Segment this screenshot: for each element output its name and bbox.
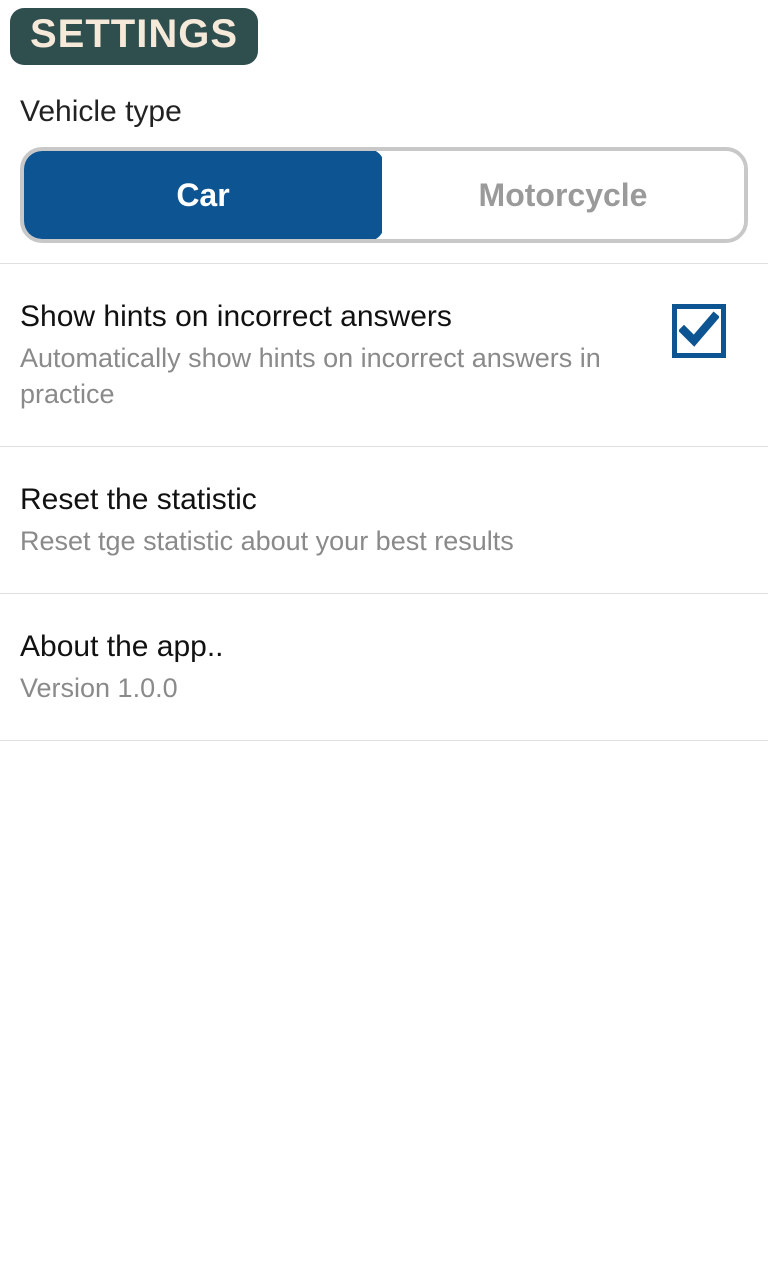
checkmark-icon	[679, 309, 719, 354]
show-hints-checkbox[interactable]	[672, 304, 726, 358]
setting-reset-title: Reset the statistic	[20, 481, 728, 519]
setting-reset-statistic[interactable]: Reset the statistic Reset tge statistic …	[0, 446, 768, 593]
page-title: SETTINGS	[30, 12, 238, 56]
page-title-badge: SETTINGS	[10, 8, 258, 65]
segment-motorcycle[interactable]: Motorcycle	[382, 151, 744, 239]
settings-list: Show hints on incorrect answers Automati…	[0, 263, 768, 741]
setting-reset-subtitle: Reset tge statistic about your best resu…	[20, 523, 728, 559]
setting-about-title: About the app..	[20, 628, 728, 666]
segment-motorcycle-label: Motorcycle	[479, 177, 648, 214]
setting-show-hints-subtitle: Automatically show hints on incorrect an…	[20, 340, 652, 413]
setting-about-app[interactable]: About the app.. Version 1.0.0	[0, 593, 768, 741]
vehicle-type-segmented-control: Car Motorcycle	[20, 147, 748, 243]
setting-show-hints-text: Show hints on incorrect answers Automati…	[20, 298, 672, 412]
vehicle-type-label: Vehicle type	[0, 65, 768, 147]
setting-reset-text: Reset the statistic Reset tge statistic …	[20, 481, 748, 559]
setting-about-text: About the app.. Version 1.0.0	[20, 628, 748, 706]
setting-about-subtitle: Version 1.0.0	[20, 670, 728, 706]
setting-show-hints[interactable]: Show hints on incorrect answers Automati…	[0, 263, 768, 446]
segment-car-label: Car	[176, 177, 229, 214]
setting-show-hints-title: Show hints on incorrect answers	[20, 298, 652, 336]
segment-car[interactable]: Car	[22, 149, 384, 241]
